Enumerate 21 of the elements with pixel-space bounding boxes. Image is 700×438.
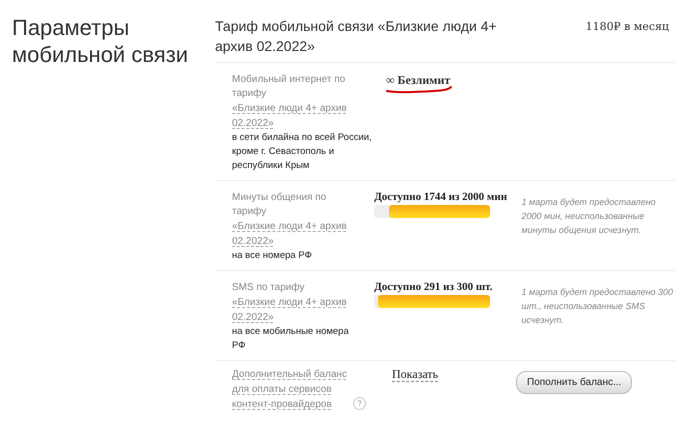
renewal-note: 1 марта будет предоставлено 2000 мин, неиспользованные минуты общения исчезнут. [522,196,657,237]
tariff-link[interactable]: «Близкие люди 4+ архив 02.2022» [232,295,362,325]
row-label: SMS по тарифу [232,281,306,295]
balance-link[interactable]: Дополнительный баланс для оплаты сервисов контент-провайдеров [232,367,350,412]
help-icon[interactable]: ? [353,397,366,410]
renewal-note: 1 марта будет предоставлено 300 шт., неиспользованные SMS исчезнут. [522,286,674,327]
tariff-link[interactable]: «Близкие люди 4+ архив 02.2022» [232,101,372,131]
row-label: Минуты общения по тарифу [232,191,328,219]
section-title: Параметры мобильной связи [12,14,190,69]
tariff-price: 1180₽ в месяц [586,19,669,35]
tariff-title: Тариф мобильной связи «Близкие люди 4+ архив 02.2022» [215,17,498,56]
row-description: в сети билайна по всей России, кроме г. Севастополь и республики Крым [232,131,372,173]
row-label: Мобильный интернет по тарифу [232,73,346,101]
show-link[interactable]: Показать [392,367,438,381]
row-description: на все номера РФ [232,249,313,263]
unlimited-value: ∞ Безлимит [386,73,450,88]
tariff-link[interactable]: «Близкие люди 4+ архив 02.2022» [232,219,362,249]
row-description: на все мобильные номера РФ [232,325,350,353]
top-up-button[interactable]: Пополнить баланс... [516,371,632,394]
available-amount: Доступно 1744 из 2000 мин [374,191,508,203]
available-amount: Доступно 291 из 300 шт. [374,281,494,293]
